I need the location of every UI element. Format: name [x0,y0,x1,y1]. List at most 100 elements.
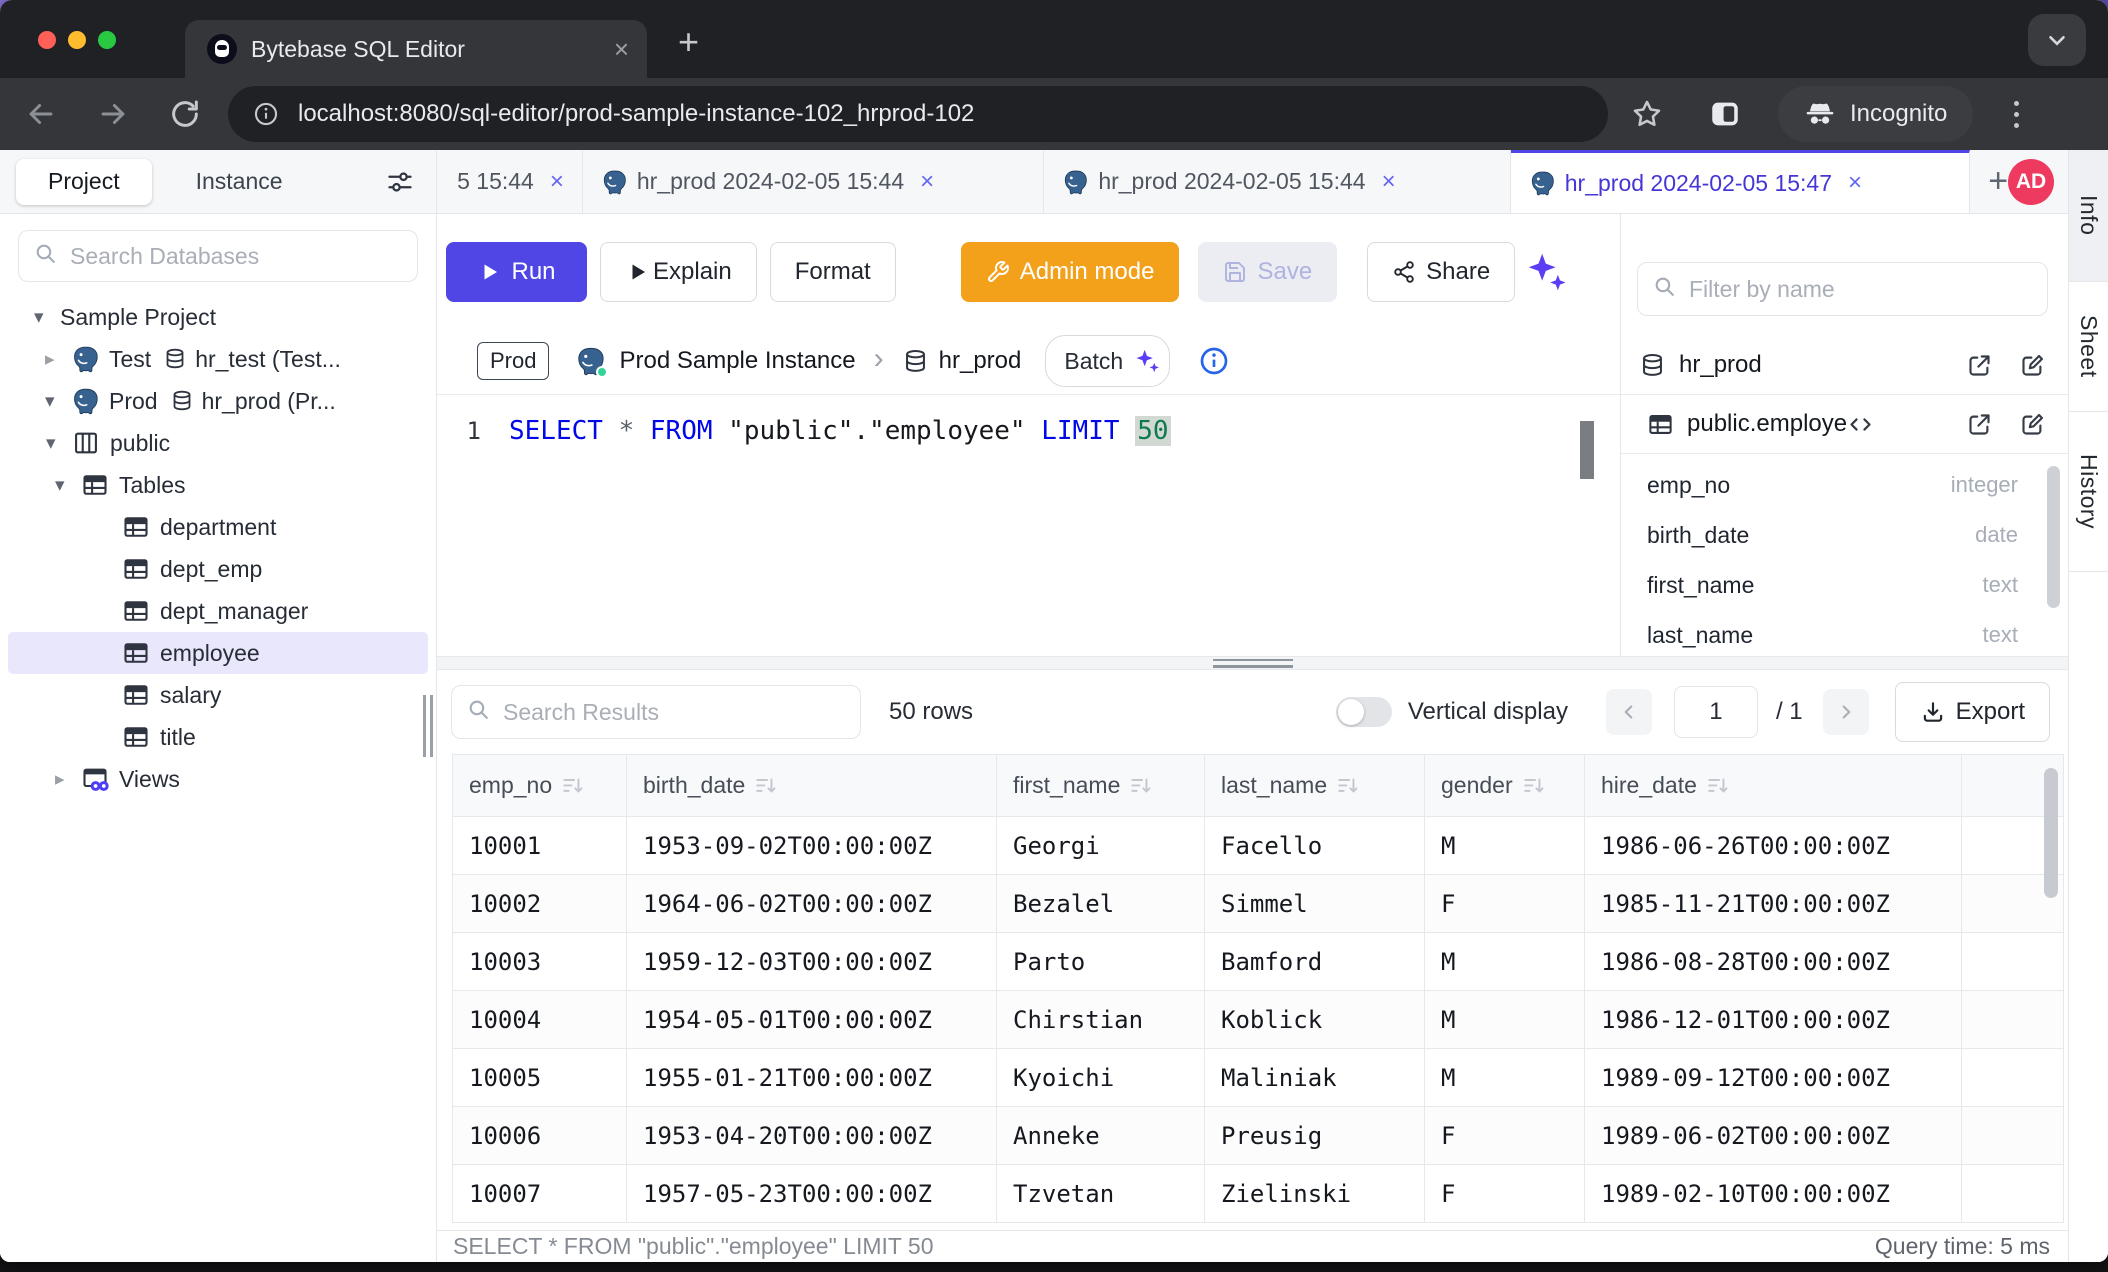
table-cell[interactable]: 10005 [453,1049,627,1107]
editor-tab-4[interactable]: hr_prod 2024-02-05 15:47× [1511,150,1970,213]
sidebar-settings-icon[interactable] [386,168,414,196]
caret-down-icon[interactable]: ▾ [34,306,60,329]
caret-down-icon[interactable]: ▾ [46,432,72,455]
tree-item-title[interactable]: title [8,716,428,758]
caret-right-icon[interactable]: ▸ [55,768,81,791]
table-cell[interactable]: 10002 [453,875,627,933]
browser-tab-close-icon[interactable]: × [614,34,629,65]
sidebar-resize-handle[interactable] [423,695,433,757]
macos-zoom-button[interactable] [98,31,116,49]
schema-database-row[interactable]: hr_prod [1621,336,2068,394]
table-cell[interactable]: 10007 [453,1165,627,1223]
new-browser-tab-button[interactable]: + [678,24,699,60]
info-circle-icon[interactable] [1198,345,1230,377]
side-panel-icon[interactable] [1708,97,1742,131]
column-row-last_name[interactable]: last_nametext [1647,610,2046,656]
table-cell[interactable]: 1985-11-21T00:00:00Z [1585,875,1962,933]
table-cell[interactable]: Tzvetan [997,1165,1205,1223]
caret-down-icon[interactable]: ▾ [45,390,71,413]
batch-mode-chip[interactable]: Batch [1045,335,1170,387]
database-search[interactable] [18,230,418,282]
macos-close-button[interactable] [38,31,56,49]
table-cell[interactable]: 10003 [453,933,627,991]
page-number-input[interactable] [1674,686,1758,738]
results-search[interactable] [451,685,861,739]
editor-tab-3[interactable]: hr_prod 2024-02-05 15:44× [1044,150,1510,213]
table-cell[interactable]: Preusig [1205,1107,1425,1165]
table-cell[interactable]: 1955-01-21T00:00:00Z [627,1049,997,1107]
site-info-icon[interactable] [252,100,280,128]
open-external-icon[interactable] [1966,352,1993,379]
table-cell[interactable]: Koblick [1205,991,1425,1049]
column-header-last_name[interactable]: last_name [1205,755,1425,817]
results-scrollbar[interactable] [2044,768,2058,898]
table-cell[interactable]: 1957-05-23T00:00:00Z [627,1165,997,1223]
table-cell[interactable]: F [1425,875,1585,933]
tree-item-salary[interactable]: salary [8,674,428,716]
url-bar[interactable]: localhost:8080/sql-editor/prod-sample-in… [228,86,1608,142]
instance-name[interactable]: Prod Sample Instance [619,347,855,375]
schema-table-row[interactable]: public.employe [1621,394,2068,454]
tree-item-views[interactable]: ▸Views [8,758,428,800]
explain-button[interactable]: Explain [600,242,757,302]
database-search-input[interactable] [70,243,403,270]
tab-project[interactable]: Project [16,159,152,205]
table-cell[interactable]: 1989-02-10T00:00:00Z [1585,1165,1962,1223]
close-tab-icon[interactable]: × [550,168,564,196]
table-cell[interactable]: 1986-12-01T00:00:00Z [1585,991,1962,1049]
table-cell[interactable]: M [1425,991,1585,1049]
share-button[interactable]: Share [1367,242,1515,302]
caret-right-icon[interactable]: ▸ [45,348,71,371]
next-page-button[interactable] [1823,689,1869,735]
tree-item-public[interactable]: ▾public [8,422,428,464]
open-external-icon[interactable] [1966,411,1993,438]
tab-search-button[interactable] [2028,14,2086,66]
column-header-hire_date[interactable]: hire_date [1585,755,1962,817]
browser-menu-icon[interactable] [2001,101,2031,128]
editor-tab-2[interactable]: hr_prod 2024-02-05 15:44× [583,150,1044,213]
table-cell[interactable]: 1953-04-20T00:00:00Z [627,1107,997,1165]
tree-item-dept_emp[interactable]: dept_emp [8,548,428,590]
database-name[interactable]: hr_prod [939,347,1022,375]
side-tab-sheet[interactable]: Sheet [2069,282,2108,412]
back-icon[interactable] [24,97,58,131]
panel-splitter[interactable] [437,656,2068,670]
reload-icon[interactable] [168,97,202,131]
column-header-birth_date[interactable]: birth_date [627,755,997,817]
tree-item-employee[interactable]: employee [8,632,428,674]
table-cell[interactable]: Zielinski [1205,1165,1425,1223]
table-cell[interactable]: M [1425,1049,1585,1107]
column-header-emp_no[interactable]: emp_no [453,755,627,817]
edit-icon[interactable] [2019,411,2046,438]
run-button[interactable]: Run [446,242,587,302]
table-cell[interactable]: M [1425,933,1585,991]
vertical-display-toggle[interactable] [1336,697,1392,727]
table-cell[interactable]: 1986-06-26T00:00:00Z [1585,817,1962,875]
table-cell[interactable]: 1954-05-01T00:00:00Z [627,991,997,1049]
table-cell[interactable]: Facello [1205,817,1425,875]
column-row-first_name[interactable]: first_nametext [1647,560,2046,610]
table-cell[interactable]: 1989-09-12T00:00:00Z [1585,1049,1962,1107]
side-tab-history[interactable]: History [2069,412,2108,572]
tab-instance[interactable]: Instance [196,168,283,195]
table-cell[interactable]: 1953-09-02T00:00:00Z [627,817,997,875]
caret-down-icon[interactable]: ▾ [55,474,81,497]
side-tab-info[interactable]: Info [2069,150,2108,282]
export-button[interactable]: Export [1895,682,2050,742]
code-icon[interactable] [1847,411,1874,438]
tree-item-tables[interactable]: ▾Tables [8,464,428,506]
table-cell[interactable]: Bamford [1205,933,1425,991]
schema-scrollbar[interactable] [2047,466,2060,608]
table-cell[interactable]: F [1425,1165,1585,1223]
editor-scrollbar[interactable] [1580,421,1594,479]
tree-item-prod[interactable]: ▾Prodhr_prod (Pr... [8,380,428,422]
tree-item-department[interactable]: department [8,506,428,548]
table-cell[interactable]: Georgi [997,817,1205,875]
column-row-birth_date[interactable]: birth_datedate [1647,510,2046,560]
tree-item-dept_manager[interactable]: dept_manager [8,590,428,632]
table-cell[interactable]: 10001 [453,817,627,875]
edit-icon[interactable] [2019,352,2046,379]
sql-editor[interactable]: 1 SELECT * FROM "public"."employee" LIMI… [437,394,1620,656]
table-cell[interactable]: 1986-08-28T00:00:00Z [1585,933,1962,991]
close-tab-icon[interactable]: × [1382,168,1396,196]
